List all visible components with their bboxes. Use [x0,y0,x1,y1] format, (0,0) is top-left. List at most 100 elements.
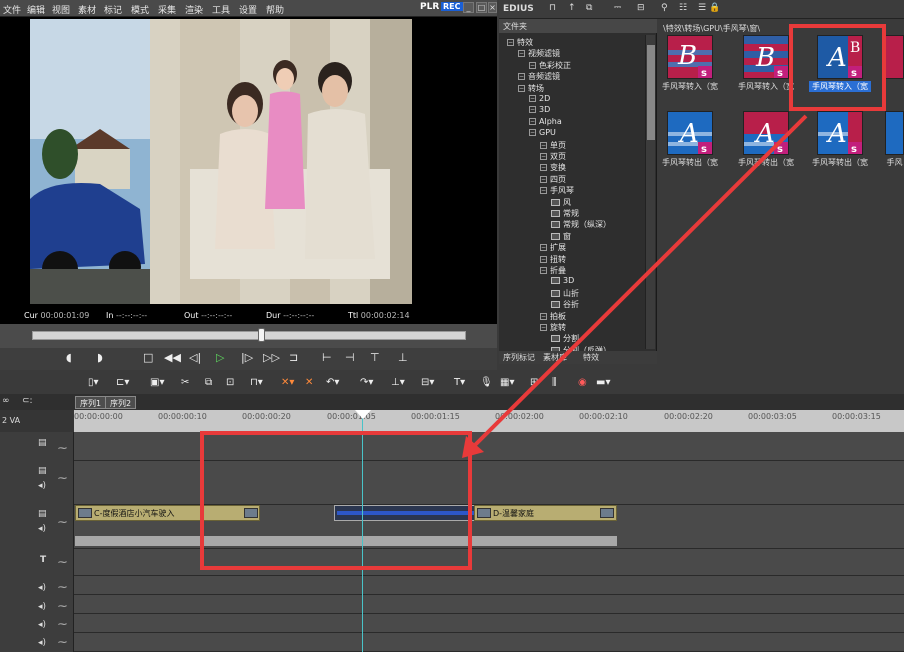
set-out-icon[interactable]: ◗ [97,351,103,364]
track-audio-icon[interactable]: ◂) [38,524,46,534]
timeline-cursor-head[interactable] [355,410,371,419]
up-folder-icon[interactable]: ↑ [568,3,576,13]
copy-clip-icon[interactable]: ⧉ [205,377,212,388]
loop-icon[interactable]: ⊐ [289,351,298,364]
properties-icon[interactable]: ⊟ [637,3,645,13]
expand-toggle-icon[interactable]: − [540,141,547,149]
tree-item[interactable]: 谷折 [551,299,579,310]
track-waveform-icon[interactable]: ⁓ [58,474,67,484]
replace-icon[interactable]: ⊓▾ [250,377,263,388]
track-waveform-icon[interactable]: ⁓ [58,583,67,593]
tree-item[interactable]: − 色彩校正 [529,60,571,71]
effect-file-icon[interactable] [551,232,560,240]
ripple-delete-icon[interactable]: ✕ [305,377,313,388]
copy-icon[interactable]: ⧉ [586,3,592,13]
title-track-icon[interactable]: T [40,555,46,565]
effect-file-icon[interactable] [551,301,560,309]
track-audio-icon[interactable]: ◂) [38,602,46,612]
lock-icon[interactable]: 🔒 [709,3,720,13]
save-icon[interactable]: ▣▾ [150,377,164,388]
audio-mixer-icon[interactable]: ⫼ [552,377,557,388]
tree-item[interactable]: − 视频滤镜 [518,48,560,59]
track-video-icon[interactable]: ▤ [38,509,47,519]
expand-toggle-icon[interactable]: − [518,84,525,92]
extract-icon[interactable]: ⊥ [398,351,408,364]
stop-icon[interactable]: □ [143,351,153,364]
export-icon[interactable]: ⊞ [530,377,538,388]
track-waveform-icon[interactable]: ⁓ [58,518,67,528]
expand-toggle-icon[interactable]: − [529,61,536,69]
title-icon[interactable]: T▾ [454,377,465,388]
expand-toggle-icon[interactable]: − [540,267,547,274]
overwrite-icon[interactable]: ⊣ [345,351,355,364]
expand-toggle-icon[interactable]: − [540,175,547,183]
expand-toggle-icon[interactable]: − [518,73,525,81]
tree-item[interactable]: − 音频滤镜 [518,71,560,82]
effect-thumb[interactable]: As 手风琴转出（宽 [735,111,797,168]
tree-item[interactable]: − 手风琴 [540,185,574,196]
expand-toggle-icon[interactable]: − [540,312,547,320]
tab-bin[interactable]: 素材库 [543,352,567,363]
effect-thumb[interactable]: As 手风琴转出（宽 [809,111,871,168]
expand-toggle-icon[interactable]: − [518,50,525,58]
delete-icon[interactable]: ⎓ [614,3,621,13]
tree-item[interactable]: − 变换 [540,162,566,173]
seek-bar[interactable] [32,331,466,340]
tree-item[interactable]: − 单页 [540,140,566,151]
tab-sequence-1[interactable]: 序列1 [75,396,107,409]
tree-item[interactable]: − 拍板 [540,311,566,322]
effect-thumb[interactable]: As 手风琴转出（宽 [659,111,721,168]
tree-item[interactable]: − GPU [529,128,556,137]
tree-item[interactable]: −2D [529,94,550,103]
cut-icon[interactable]: ✂ [181,377,189,388]
tab-sequence-markers[interactable]: 序列标记 [503,352,535,363]
rec-mode-badge[interactable]: REC [441,2,463,11]
track-waveform-icon[interactable]: ⁓ [58,602,67,612]
maximize-icon[interactable]: □ [476,2,487,13]
effect-file-icon[interactable] [551,277,560,285]
step-back-icon[interactable]: ◁| [189,351,201,364]
track-row[interactable] [74,595,904,614]
insert-icon[interactable]: ⊢ [322,351,332,364]
effect-file-icon[interactable] [551,289,560,297]
track-waveform-icon[interactable]: ⁓ [58,638,67,648]
tree-item[interactable]: − 扭转 [540,254,566,265]
tree-item[interactable]: 常规 [551,208,579,219]
track-row[interactable] [74,576,904,595]
track-video-icon[interactable]: ▤ [38,466,47,476]
track-waveform-icon[interactable]: ⁓ [58,444,67,454]
open-project-icon[interactable]: ⊏▾ [116,377,129,388]
link-icon[interactable]: ⊟▾ [421,377,434,388]
expand-toggle-icon[interactable]: − [529,117,536,125]
tree-scrollbar[interactable] [645,35,655,349]
track-audio-icon[interactable]: ◂) [38,481,46,491]
tree-item[interactable]: − 旋转 [540,322,566,333]
plr-mode-label[interactable]: PLR [420,2,439,12]
menu-capture[interactable]: 采集 [158,3,176,16]
tree-item[interactable]: − 扩展 [540,242,566,253]
tree-item[interactable]: − 特效 [507,37,533,48]
snap-icon[interactable]: ∞ [2,396,10,406]
expand-toggle-icon[interactable]: − [540,153,547,160]
expand-toggle-icon[interactable]: − [540,187,547,195]
paste-icon[interactable]: ⊡ [226,377,234,388]
step-forward-icon[interactable]: |▷ [241,351,253,364]
tree-item[interactable]: − 双页 [540,151,566,162]
rewind-icon[interactable]: ◀◀ [164,351,181,364]
track-row[interactable] [74,549,904,576]
menu-settings[interactable]: 设置 [239,3,257,16]
effect-file-icon[interactable] [551,210,560,217]
close-icon[interactable]: × [488,2,497,13]
menu-edit[interactable]: 编辑 [27,3,45,16]
tree-item[interactable]: − 四页 [540,174,566,185]
minimize-icon[interactable]: _ [463,2,474,13]
expand-toggle-icon[interactable]: − [529,129,536,137]
tree-item[interactable]: 风 [551,197,571,208]
expand-toggle-icon[interactable]: − [507,39,514,46]
link-tracks-icon[interactable]: ⊂: [22,396,33,406]
track-row[interactable] [74,432,904,461]
track-waveform-icon[interactable]: ⁓ [58,620,67,630]
microphone-icon[interactable]: 🎙 [480,377,493,388]
tree-item[interactable]: 窗 [551,231,571,242]
effect-thumb[interactable] [885,35,904,79]
